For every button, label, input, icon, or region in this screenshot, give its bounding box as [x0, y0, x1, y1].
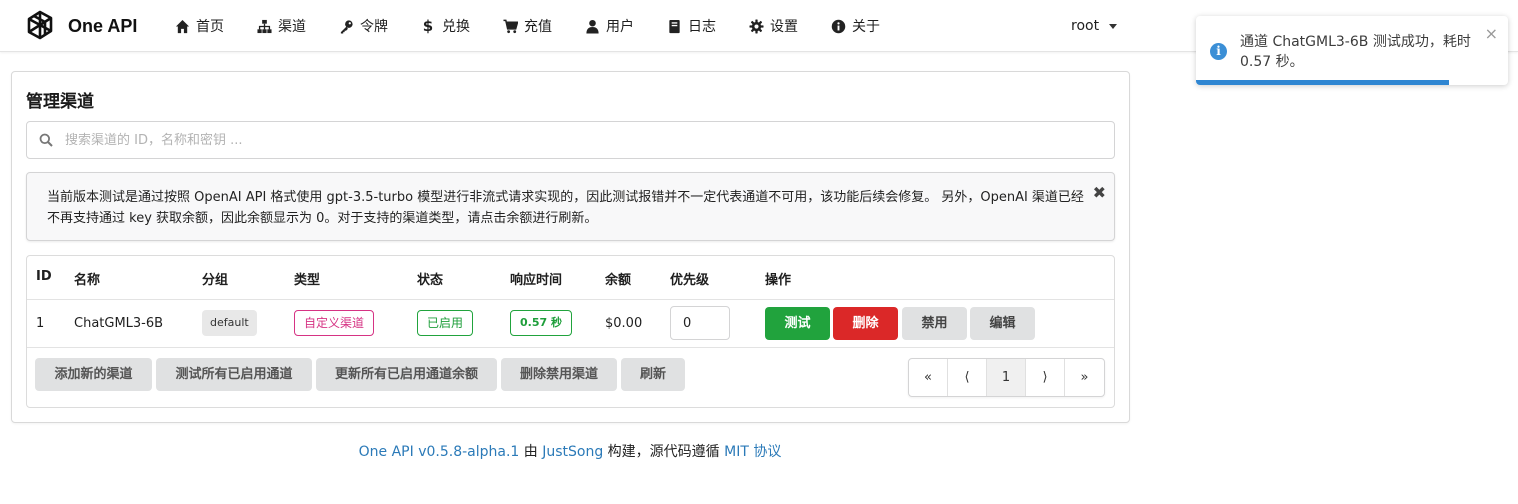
nav-label: 兑换 [442, 19, 470, 35]
sitemap-icon [256, 18, 272, 34]
delete-button[interactable]: 删除 [833, 307, 898, 340]
table-row: 1 ChatGML3-6B default 自定义渠道 已启用 0.57 秒 $… [27, 300, 1114, 348]
col-header-id[interactable]: ID [36, 269, 52, 284]
nav-label: 令牌 [360, 19, 388, 35]
table-header: ID 名称 分组 类型 状态 响应时间 余额 优先级 操作 [27, 256, 1114, 300]
col-header-type[interactable]: 类型 [294, 269, 320, 288]
nav-item-redeem[interactable]: $ 兑换 [420, 16, 470, 36]
license-link[interactable]: MIT 协议 [724, 444, 781, 460]
info-circle-icon: i [1210, 43, 1227, 60]
nav-label: 日志 [688, 19, 716, 35]
cell-name: ChatGML3-6B [74, 316, 164, 331]
notice-text: 当前版本测试是通过按照 OpenAI API 格式使用 gpt-3.5-turb… [47, 190, 1084, 226]
delete-disabled-button[interactable]: 删除禁用渠道 [501, 358, 617, 391]
col-header-status[interactable]: 状态 [417, 269, 443, 288]
nav-item-tokens[interactable]: 令牌 [338, 16, 388, 36]
nav-item-logs[interactable]: 日志 [666, 16, 716, 36]
search-icon [39, 133, 53, 147]
page-prev[interactable]: ⟨ [948, 359, 987, 396]
book-icon [666, 18, 682, 34]
search-input[interactable] [65, 123, 1114, 157]
openai-logo-icon [27, 10, 53, 40]
group-badge: default [202, 310, 257, 336]
toast-notification: i 通道 ChatGML3-6B 测试成功，耗时 0.57 秒。 × [1196, 16, 1508, 85]
priority-input[interactable] [670, 306, 730, 340]
update-balance-button[interactable]: 更新所有已启用通道余额 [316, 358, 497, 391]
search-box [26, 121, 1115, 159]
col-header-name[interactable]: 名称 [74, 269, 100, 288]
disable-button[interactable]: 禁用 [902, 307, 967, 340]
key-icon [338, 18, 354, 34]
test-all-button[interactable]: 测试所有已启用通道 [156, 358, 312, 391]
status-badge: 已启用 [417, 310, 474, 336]
author-link[interactable]: JustSong [542, 444, 603, 460]
col-header-actions: 操作 [765, 273, 792, 288]
caret-down-icon [1109, 23, 1118, 29]
add-channel-button[interactable]: 添加新的渠道 [35, 358, 152, 391]
channels-table: ID 名称 分组 类型 状态 响应时间 余额 优先级 操作 1 ChatGML3… [26, 255, 1115, 408]
nav-label: 充值 [524, 19, 552, 35]
main-nav: 首页 渠道 令牌 $ 兑换 充值 用户 日志 设置 关于 [174, 0, 912, 52]
brand-name: One API [68, 15, 138, 36]
toast-close-icon[interactable]: × [1485, 24, 1498, 43]
nav-item-settings[interactable]: 设置 [748, 16, 798, 36]
gear-icon [748, 18, 764, 34]
col-header-balance[interactable]: 余额 [605, 269, 631, 288]
cell-balance[interactable]: $0.00 [605, 316, 642, 331]
refresh-button[interactable]: 刷新 [621, 358, 685, 391]
test-button[interactable]: 测试 [765, 307, 830, 340]
username: root [1071, 18, 1100, 34]
page-first[interactable]: « [909, 359, 948, 396]
user-menu[interactable]: root [1071, 0, 1118, 52]
cell-id: 1 [36, 316, 45, 331]
toast-message: 通道 ChatGML3-6B 测试成功，耗时 0.57 秒。 [1240, 34, 1471, 70]
footer-build-text: 构建，源代码遵循 [603, 444, 725, 460]
nav-label: 关于 [852, 19, 880, 35]
page-next[interactable]: ⟩ [1026, 359, 1065, 396]
nav-label: 用户 [606, 19, 634, 35]
nav-label: 设置 [770, 19, 798, 35]
col-header-priority[interactable]: 优先级 [670, 269, 709, 288]
nav-item-users[interactable]: 用户 [584, 16, 634, 36]
notice-close-icon[interactable]: ✖ [1093, 183, 1106, 202]
page-title: 管理渠道 [26, 92, 94, 112]
info-icon [830, 18, 846, 34]
nav-label: 首页 [196, 19, 224, 35]
version-link[interactable]: One API v0.5.8-alpha.1 [359, 444, 520, 460]
col-header-group[interactable]: 分组 [202, 269, 228, 288]
col-header-response[interactable]: 响应时间 [510, 269, 562, 288]
dollar-icon: $ [422, 17, 434, 35]
nav-item-about[interactable]: 关于 [830, 16, 880, 36]
nav-item-channels[interactable]: 渠道 [256, 16, 306, 36]
footer-by: 由 [519, 444, 543, 460]
brand[interactable]: One API [22, 8, 137, 44]
edit-button[interactable]: 编辑 [970, 307, 1035, 340]
page-footer: One API v0.5.8-alpha.1 由 JustSong 构建，源代码… [0, 441, 1140, 461]
nav-item-home[interactable]: 首页 [174, 16, 224, 36]
cart-icon [502, 18, 518, 34]
page-current[interactable]: 1 [987, 359, 1026, 396]
nav-label: 渠道 [278, 19, 306, 35]
nav-item-topup[interactable]: 充值 [502, 16, 552, 36]
channels-card: 管理渠道 当前版本测试是通过按照 OpenAI API 格式使用 gpt-3.5… [11, 71, 1130, 423]
toast-progress-bar [1196, 80, 1449, 85]
notice-message: 当前版本测试是通过按照 OpenAI API 格式使用 gpt-3.5-turb… [26, 172, 1115, 241]
response-time-badge[interactable]: 0.57 秒 [510, 310, 572, 336]
page-last[interactable]: » [1065, 359, 1104, 396]
type-badge: 自定义渠道 [294, 310, 375, 336]
user-icon [584, 18, 600, 34]
home-icon [174, 18, 190, 34]
pagination: « ⟨ 1 ⟩ » [908, 358, 1105, 397]
